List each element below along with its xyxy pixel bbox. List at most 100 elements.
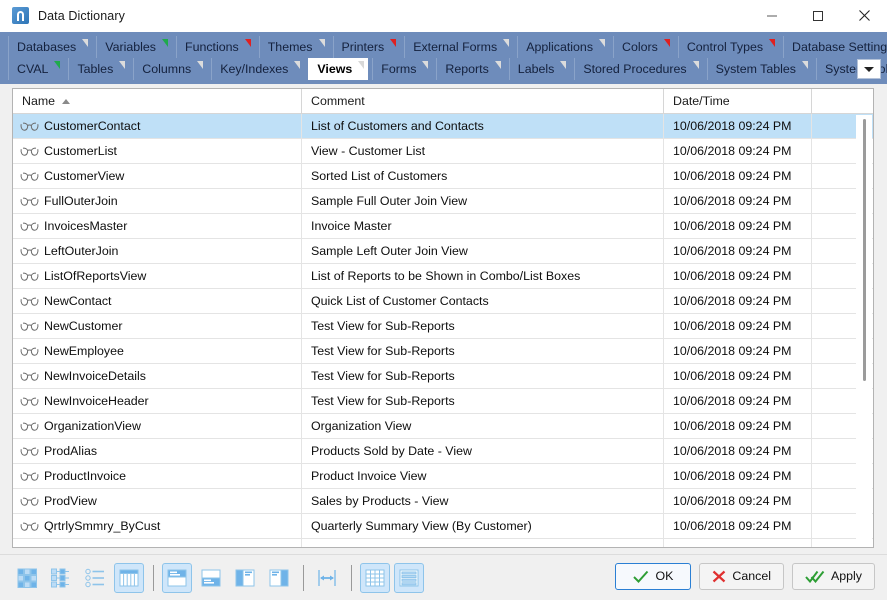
tab-cval[interactable]: CVAL	[8, 58, 65, 80]
date-time-label: 10/06/2018 09:24 PM	[673, 519, 792, 533]
tab-external-forms[interactable]: External Forms	[404, 36, 514, 58]
preview-pane-right-button[interactable]	[230, 563, 260, 593]
table-row[interactable]: FullOuterJoin Sample Full Outer Join View…	[13, 189, 873, 214]
thumbnail-view-icon	[17, 568, 37, 588]
table-row[interactable]: ProdView Sales by Products - View 10/06/20…	[13, 489, 873, 514]
glasses-view-icon	[20, 222, 39, 231]
table-row[interactable]	[13, 539, 873, 547]
view-mode-toolbar	[12, 561, 428, 595]
show-gridlines-button[interactable]	[360, 563, 390, 593]
table-row[interactable]: NewEmployee Test View for Sub-Reports 10/0…	[13, 339, 873, 364]
date-time-label: 10/06/2018 09:24 PM	[673, 144, 792, 158]
close-button[interactable]	[841, 0, 887, 32]
ok-button[interactable]: OK	[615, 563, 692, 590]
table-row[interactable]: CustomerContact List of Customers and Con…	[13, 114, 873, 139]
tab-status-marker-icon	[422, 61, 429, 69]
table-row[interactable]: NewCustomer Test View for Sub-Reports 10/0…	[13, 314, 873, 339]
table-row[interactable]: CustomerList View - Customer List 10/06/20…	[13, 139, 873, 164]
cell-date: 10/06/2018 09:24 PM	[664, 364, 812, 388]
cell-name: ProdView	[13, 489, 302, 513]
table-row[interactable]: NewInvoiceHeader Test View for Sub-Report…	[13, 389, 873, 414]
tab-printers[interactable]: Printers	[332, 36, 401, 58]
table-row[interactable]: InvoicesMaster Invoice Master 10/06/2018 0…	[13, 214, 873, 239]
grid-header-row: Name Comment Date/Time	[13, 89, 873, 114]
column-header-comment[interactable]: Comment	[302, 89, 664, 113]
tab-tables[interactable]: Tables	[68, 58, 130, 80]
grid-columns-view-button[interactable]	[114, 563, 144, 593]
cell-extra	[812, 389, 857, 413]
cell-date: 10/06/2018 09:24 PM	[664, 239, 812, 263]
comment-label: Test View for Sub-Reports	[311, 344, 455, 358]
table-row[interactable]: NewInvoiceDetails Test View for Sub-Repor…	[13, 364, 873, 389]
glasses-view-icon	[20, 546, 39, 548]
view-name-label: NewCustomer	[44, 319, 123, 333]
vertical-scrollbar[interactable]	[856, 115, 872, 547]
fit-width-button[interactable]	[312, 563, 342, 593]
view-name-label: NewInvoiceDetails	[44, 369, 146, 383]
table-row[interactable]: NewContact Quick List of Customer Contact…	[13, 289, 873, 314]
preview-pane-left-button[interactable]	[264, 563, 294, 593]
table-row[interactable]: OrganizationView Organization View 10/06/2…	[13, 414, 873, 439]
table-row[interactable]: ProductInvoice Product Invoice View 10/06/…	[13, 464, 873, 489]
tab-colors[interactable]: Colors	[613, 36, 674, 58]
tab-stored-procedures[interactable]: Stored Procedures	[574, 58, 703, 80]
table-row[interactable]: QrtrlySmmry_ByCust Quarterly Summary View…	[13, 514, 873, 539]
cell-name: ProductInvoice	[13, 464, 302, 488]
maximize-button[interactable]	[795, 0, 841, 32]
apply-button[interactable]: Apply	[792, 563, 875, 590]
tab-system-tables[interactable]: System Tables	[706, 58, 812, 80]
cell-comment: Test View for Sub-Reports	[302, 339, 664, 363]
tab-variables[interactable]: Variables	[96, 36, 172, 58]
tab-views[interactable]: Views	[308, 58, 369, 80]
tab-key-indexes[interactable]: Key/Indexes	[211, 58, 305, 80]
tab-labels[interactable]: Labels	[508, 58, 571, 80]
column-header-label: Comment	[311, 94, 365, 108]
tab-forms[interactable]: Forms	[372, 58, 433, 80]
preview-pane-bottom-button[interactable]	[162, 563, 192, 593]
column-header-date[interactable]: Date/Time	[664, 89, 812, 113]
tab-status-marker-icon	[560, 61, 567, 69]
cell-name: ListOfReportsView	[13, 264, 302, 288]
date-time-label: 10/06/2018 09:24 PM	[673, 369, 792, 383]
show-rows-button[interactable]	[394, 563, 424, 593]
tree-view-button[interactable]	[46, 563, 76, 593]
date-time-label: 10/06/2018 09:24 PM	[673, 344, 792, 358]
views-grid: Name Comment Date/Time CustomerContact List…	[12, 88, 874, 548]
table-row[interactable]: ListOfReportsView List of Reports to be S…	[13, 264, 873, 289]
list-view-button[interactable]	[80, 563, 110, 593]
table-row[interactable]: ProdAlias Products Sold by Date - View 10/…	[13, 439, 873, 464]
cell-extra	[812, 514, 857, 538]
table-row[interactable]: CustomerView Sorted List of Customers 10/0…	[13, 164, 873, 189]
view-name-label: QrtrlySmmry_ByCust	[44, 519, 161, 533]
tab-functions[interactable]: Functions	[176, 36, 255, 58]
date-time-label: 10/06/2018 09:24 PM	[673, 169, 792, 183]
title-bar: Data Dictionary	[0, 0, 887, 32]
tab-reports[interactable]: Reports	[436, 58, 505, 80]
cell-name: NewInvoiceDetails	[13, 364, 302, 388]
tab-status-marker-icon	[692, 61, 699, 69]
tab-status-marker-icon	[494, 61, 501, 69]
preview-pane-top-button[interactable]	[196, 563, 226, 593]
vertical-scrollbar-thumb[interactable]	[863, 119, 866, 381]
minimize-button[interactable]	[749, 0, 795, 32]
column-header-extra[interactable]	[812, 89, 857, 113]
cell-comment: Sorted List of Customers	[302, 164, 664, 188]
tab-applications[interactable]: Applications	[517, 36, 610, 58]
cancel-button[interactable]: Cancel	[699, 563, 784, 590]
tab-databases[interactable]: Databases	[8, 36, 93, 58]
column-header-name[interactable]: Name	[13, 89, 302, 113]
table-row[interactable]: LeftOuterJoin Sample Left Outer Join View…	[13, 239, 873, 264]
toolbar-separator	[303, 565, 304, 591]
tab-overflow-dropdown-button[interactable]	[857, 59, 881, 79]
tab-row-secondary: CVAL Tables Columns Key/Indexes Views Forms Re…	[8, 58, 887, 80]
title-bar-left: Data Dictionary	[0, 7, 749, 24]
cell-comment: List of Customers and Contacts	[302, 114, 664, 138]
preview-pane-right-icon	[235, 569, 255, 587]
tab-database-settings[interactable]: Database Settings	[783, 36, 887, 58]
thumbnail-view-button[interactable]	[12, 563, 42, 593]
tab-status-marker-icon	[197, 61, 204, 69]
tab-columns[interactable]: Columns	[133, 58, 208, 80]
tab-control-types[interactable]: Control Types	[677, 36, 780, 58]
tab-themes[interactable]: Themes	[258, 36, 329, 58]
toolbar-separator	[153, 565, 154, 591]
